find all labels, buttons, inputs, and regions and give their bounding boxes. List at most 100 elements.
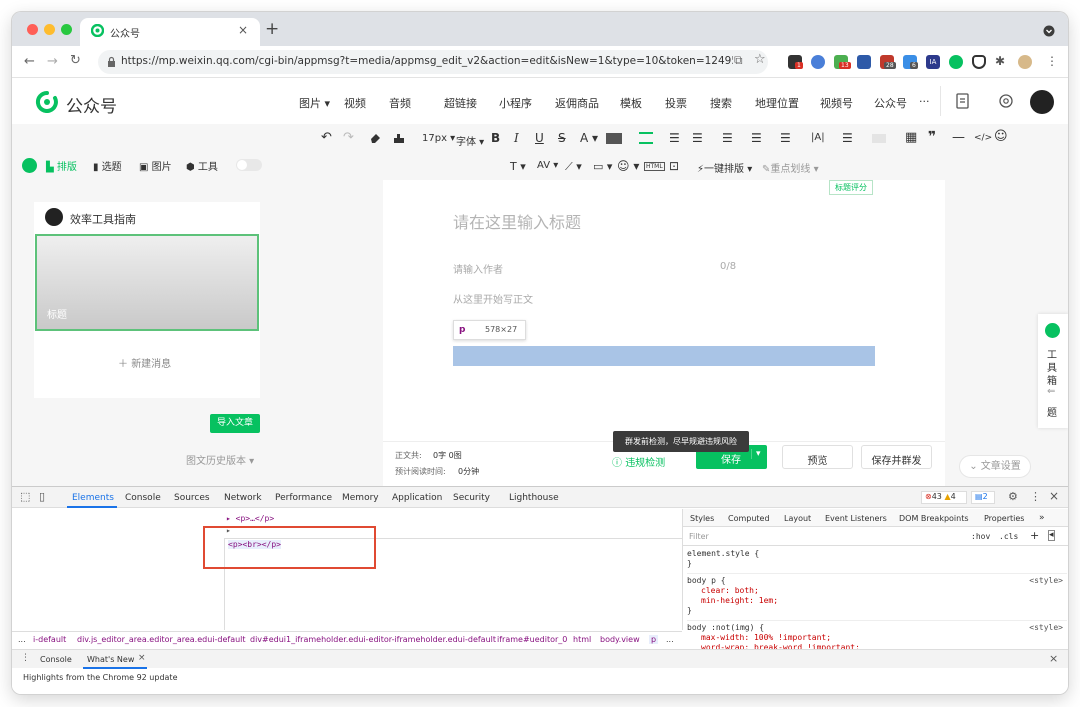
sidetab-layout[interactable]: ▙ 排版 [46,158,77,173]
char-spacing-icon[interactable]: AV ▾ [537,160,558,171]
line-height-icon[interactable]: ☰ [751,131,762,145]
rule-source-link[interactable]: <style> [1029,576,1063,586]
nav-vote[interactable]: 投票 [665,95,687,111]
letter-spacing-icon[interactable]: |A| [811,132,825,143]
table-icon[interactable]: ▦ [905,130,917,145]
browser-tab[interactable]: 公众号 × [80,18,260,46]
hov-toggle[interactable]: :hov [971,532,990,541]
strikethrough-button[interactable]: S [558,131,566,145]
align-center-icon[interactable]: ☰ [692,131,703,145]
list-icon[interactable]: ☰ [842,131,853,145]
nav-official-account[interactable]: 公众号 [874,95,907,111]
sidetab-tools[interactable]: ⬢ 工具 [186,158,218,173]
close-window-button[interactable] [27,24,38,35]
back-icon[interactable]: ← [24,54,35,69]
inspect-element-icon[interactable]: ⬚ [20,490,30,503]
title-score-button[interactable]: 标题评分 [829,180,873,195]
extension-5-icon[interactable]: 28 [880,55,896,69]
toolbox-strip[interactable]: 工 具 箱 ⇐ 题 [1038,314,1068,428]
breadcrumb-item[interactable]: iframe#ueditor_0 [497,635,567,644]
extension-6-icon[interactable]: 6 [903,55,918,69]
nav-video[interactable]: 视频 [344,95,366,111]
sidetab-image[interactable]: ▣ 图片 [139,158,172,173]
undo-icon[interactable]: ↶ [321,130,332,145]
extensions-puzzle-icon[interactable]: ✱ [995,54,1005,68]
device-toolbar-icon[interactable]: ▯ [39,490,45,503]
drawer-tab-console[interactable]: Console [40,655,72,664]
clear-format-icon[interactable] [369,132,381,144]
extension-4-icon[interactable] [857,55,871,69]
nav-location[interactable]: 地理位置 [755,95,799,111]
event-listeners-tab[interactable]: Event Listeners [825,514,887,523]
cls-toggle[interactable]: .cls [999,532,1018,541]
nav-hyperlink[interactable]: 超链接 [444,95,477,111]
nav-rebate-goods[interactable]: 返佣商品 [555,95,599,111]
devtools-settings-icon[interactable]: ⚙ [1008,490,1018,503]
align-left-icon[interactable] [639,132,653,144]
article-settings-button[interactable]: ⌄ 文章设置 [959,455,1031,478]
devtools-tab-console[interactable]: Console [125,493,161,503]
devtools-tab-application[interactable]: Application [392,493,442,503]
highlight-line-button[interactable]: ✎重点划线 ▾ [762,160,819,175]
more-tabs-icon[interactable]: » [1039,513,1045,523]
save-dropdown-icon[interactable]: ▾ [751,449,761,459]
nav-more-icon[interactable]: ··· [919,95,930,108]
emoji-2-icon[interactable]: ☺ ▾ [617,159,639,173]
save-and-send-button[interactable]: 保存并群发 [861,445,932,469]
sidetab-toggle[interactable] [236,159,262,171]
profile-avatar[interactable] [1018,55,1032,69]
extension-1-icon[interactable]: 1 [788,55,803,69]
chrome-menu-icon[interactable]: ⋮ [1046,54,1058,68]
extension-9-icon[interactable] [972,55,986,69]
font-size-select[interactable]: 17px ▾ [422,133,455,144]
styles-tab[interactable]: Styles [690,514,714,523]
article-cover[interactable]: 标题 [35,234,259,331]
omnibox[interactable]: https://mp.weixin.qq.com/cgi-bin/appmsg?… [98,50,768,74]
zoom-window-button[interactable] [61,24,72,35]
reload-icon[interactable]: ↻ [70,53,81,68]
messages-counter[interactable]: ▤2 [971,491,995,504]
history-version-link[interactable]: 图文历史版本 ▾ [186,452,254,467]
author-input[interactable]: 请输入作者 [453,261,503,276]
preview-button[interactable]: 预览 [782,445,853,469]
extension-8-icon[interactable] [949,55,963,69]
devtools-close-icon[interactable]: × [1049,489,1059,503]
material-library-icon[interactable] [999,94,1013,108]
breadcrumb-item[interactable]: i-default [33,635,66,644]
new-rule-icon[interactable]: + [1030,529,1039,542]
account-avatar[interactable] [1030,90,1054,114]
issues-counter[interactable]: ⊗43 ▲4 [921,491,967,504]
devtools-tab-elements[interactable]: Elements [72,493,114,503]
css-prop[interactable]: clear: both; [687,586,1067,596]
title-input[interactable]: 请在这里输入标题 [453,209,581,233]
url-text[interactable]: https://mp.weixin.qq.com/cgi-bin/appmsg?… [121,55,733,67]
align-right-icon[interactable]: ☰ [722,131,733,145]
new-message-button[interactable]: ＋ 新建消息 [118,355,171,370]
dom-breakpoints-tab[interactable]: DOM Breakpoints [899,514,969,523]
background-color-icon[interactable] [606,133,622,144]
nav-search[interactable]: 搜索 [710,95,732,111]
nav-template[interactable]: 模板 [620,95,642,111]
breadcrumb-item-selected[interactable]: p [649,635,659,644]
divider-line-icon[interactable]: — [952,130,965,145]
draft-box-icon[interactable] [956,93,969,109]
html-icon[interactable]: HTML [644,162,665,171]
redo-icon[interactable]: ↷ [343,130,354,145]
underline-button[interactable]: U [535,131,544,145]
extension-2-icon[interactable] [811,55,825,69]
whats-new-highlight[interactable]: Highlights from the Chrome 92 update [23,673,178,682]
nav-image[interactable]: 图片 ▾ [299,95,330,111]
code-icon[interactable]: </> [974,133,992,143]
devtools-tab-performance[interactable]: Performance [275,493,332,503]
violation-check-button[interactable]: ⓘ 违规检测 [612,454,665,469]
import-article-button[interactable]: 导入文章 [210,414,260,433]
breadcrumb-item[interactable]: div.js_editor_area.editor_area.edui-defa… [77,635,246,644]
devtools-tab-security[interactable]: Security [453,493,490,503]
minimize-window-button[interactable] [44,24,55,35]
extension-3-icon[interactable]: 13 [834,55,851,69]
toggle-sidebar-icon[interactable]: ◂ [1048,530,1055,541]
dom-node-p-collapsed[interactable]: ▸ <p>…</p> [226,514,274,523]
tab-search-icon[interactable] [1043,25,1055,37]
devtools-menu-icon[interactable]: ⋮ [1030,490,1041,503]
sidetab-topic[interactable]: ▮ 选题 [93,158,122,173]
